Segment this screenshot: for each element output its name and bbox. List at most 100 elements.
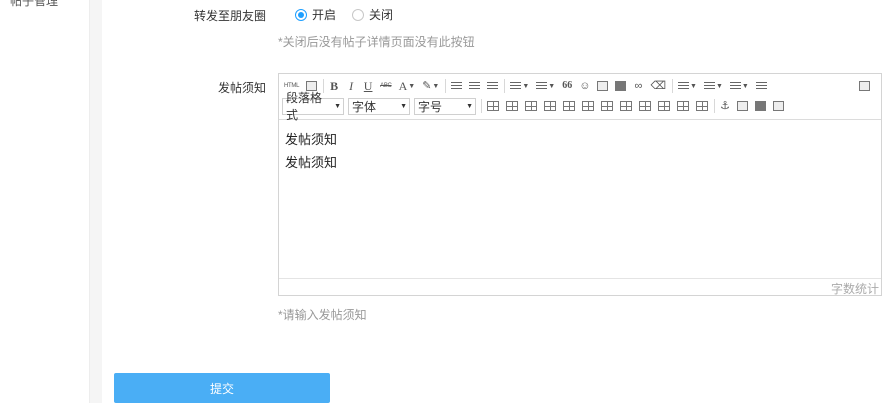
submit-button[interactable]: 提交 <box>114 373 330 403</box>
font-family-value: 字体 <box>352 99 377 114</box>
underline-button[interactable]: U <box>361 78 375 94</box>
chevron-down-icon: ▼ <box>548 82 556 90</box>
editor-toolbar: HTML B I U ABC A ▼ ✎ ▼ ▼ ▼ 66 ☺ ∞ ⌫ ▼ ▼ ▼ <box>279 74 881 122</box>
left-sidebar: 帖子管理 <box>0 0 90 403</box>
font-family-select[interactable]: 字体 ▼ <box>348 97 410 115</box>
post-notice-label: 发帖须知 <box>217 81 266 95</box>
eraser-button[interactable]: ⌫ <box>648 78 668 94</box>
split-rows-button[interactable] <box>675 98 691 114</box>
link-button[interactable]: ∞ <box>631 78 645 94</box>
strikethrough-button[interactable]: ABC <box>378 78 393 94</box>
content-gutter <box>90 0 102 403</box>
template-button[interactable] <box>771 98 786 114</box>
highlight-icon: ✎ <box>422 79 432 92</box>
ordered-list-icon <box>510 81 522 91</box>
radio-unchecked-icon[interactable] <box>352 8 365 21</box>
chevron-down-icon: ▼ <box>400 102 407 110</box>
chevron-down-icon: ▼ <box>741 82 749 90</box>
print-button[interactable] <box>753 98 768 114</box>
anchor-button[interactable]: ⚓ <box>718 98 732 114</box>
italic-button[interactable]: I <box>344 78 358 94</box>
image-icon <box>597 81 609 91</box>
share-radio-on-label: 开启 <box>312 8 337 22</box>
toolbar-divider <box>672 79 674 93</box>
blockquote-button[interactable]: 66 <box>560 78 574 94</box>
toolbar-divider <box>481 99 482 113</box>
delete-col-button[interactable] <box>580 98 596 114</box>
paragraph-format-select[interactable]: 段落格式 ▼ <box>282 91 344 122</box>
toolbar-row-1: HTML B I U ABC A ▼ ✎ ▼ ▼ ▼ 66 ☺ ∞ ⌫ ▼ ▼ ▼ <box>282 77 772 95</box>
template-icon <box>773 101 784 111</box>
share-radio-off-label: 关闭 <box>369 8 394 22</box>
paragraph-spacing-button[interactable]: ▼ <box>702 78 725 94</box>
line-height-button[interactable]: ▼ <box>676 78 699 94</box>
chevron-down-icon: ▼ <box>466 102 473 110</box>
fullscreen-icon <box>859 81 870 91</box>
font-size-value: 字号 <box>418 99 443 114</box>
fullscreen-button[interactable] <box>857 78 872 94</box>
radio-checked-icon[interactable] <box>295 8 307 21</box>
emoji-button[interactable]: ☺ <box>577 78 592 94</box>
delete-col-icon <box>582 101 594 111</box>
share-radio-off[interactable]: 关闭 <box>352 6 393 23</box>
merge-cells-button[interactable] <box>618 98 634 114</box>
indent-button[interactable] <box>754 78 769 94</box>
toolbar-divider <box>445 79 447 93</box>
paragraph-spacing-icon <box>703 81 715 91</box>
row-spacing-icon <box>729 81 741 91</box>
highlight-button[interactable]: ✎ ▼ <box>420 78 441 94</box>
chevron-down-icon: ▼ <box>334 102 341 110</box>
align-right-icon <box>487 81 499 91</box>
insert-col-button[interactable] <box>561 98 577 114</box>
insert-col-icon <box>563 101 575 111</box>
split-rows-icon <box>677 101 689 111</box>
eraser-icon: ⌫ <box>650 79 667 92</box>
toolbar-row-2: 段落格式 ▼ 字体 ▼ 字号 ▼ ⚓ <box>282 91 789 122</box>
link-icon: ∞ <box>634 79 643 92</box>
editor-content-area[interactable]: 发帖须知 发帖须知 <box>279 121 881 278</box>
insert-row-icon <box>525 101 537 111</box>
chevron-down-icon: ▼ <box>522 82 530 90</box>
merge-cells-icon <box>620 101 632 111</box>
row-spacing-button[interactable]: ▼ <box>728 78 751 94</box>
print-icon <box>755 101 766 111</box>
split-cols-button[interactable] <box>694 98 710 114</box>
table-props-icon <box>506 101 518 111</box>
align-right-button[interactable] <box>485 78 500 94</box>
chevron-down-icon: ▼ <box>408 82 416 90</box>
table-props-button[interactable] <box>504 98 520 114</box>
font-color-button[interactable]: A ▼ <box>397 78 418 94</box>
emoji-icon: ☺ <box>579 79 591 92</box>
chevron-down-icon: ▼ <box>715 82 723 90</box>
unordered-list-button[interactable]: ▼ <box>534 78 557 94</box>
font-size-select[interactable]: 字号 ▼ <box>414 97 476 115</box>
split-cell-icon <box>601 101 613 111</box>
chevron-down-icon: ▼ <box>432 82 440 90</box>
post-notice-hint: *请输入发帖须知 <box>278 308 367 322</box>
page-break-button[interactable] <box>735 98 750 114</box>
video-button[interactable] <box>613 78 628 94</box>
insert-row-below-button[interactable] <box>542 98 558 114</box>
ordered-list-button[interactable]: ▼ <box>508 78 531 94</box>
anchor-icon: ⚓ <box>720 99 730 112</box>
paragraph-format-value: 段落格式 <box>286 91 323 122</box>
line-height-icon <box>678 81 690 91</box>
align-center-button[interactable] <box>467 78 482 94</box>
align-left-button[interactable] <box>449 78 464 94</box>
split-cell-button[interactable] <box>599 98 615 114</box>
insert-table-button[interactable] <box>485 98 501 114</box>
share-radio-on[interactable]: 开启 <box>295 6 336 23</box>
merge-right-icon <box>639 101 651 111</box>
rich-text-editor: HTML B I U ABC A ▼ ✎ ▼ ▼ ▼ 66 ☺ ∞ ⌫ ▼ ▼ ▼ <box>278 73 882 296</box>
toolbar-divider <box>504 79 506 93</box>
chevron-down-icon: ▼ <box>690 82 697 90</box>
insert-row-above-button[interactable] <box>523 98 539 114</box>
align-left-icon <box>451 81 463 91</box>
editor-paragraph: 发帖须知 <box>285 132 338 147</box>
merge-right-button[interactable] <box>637 98 653 114</box>
merge-down-button[interactable] <box>656 98 672 114</box>
image-button[interactable] <box>595 78 610 94</box>
share-radio-group: 开启 关闭 <box>295 6 409 23</box>
sidebar-item-label[interactable]: 帖子管理 <box>10 0 58 9</box>
split-cols-icon <box>696 101 708 111</box>
